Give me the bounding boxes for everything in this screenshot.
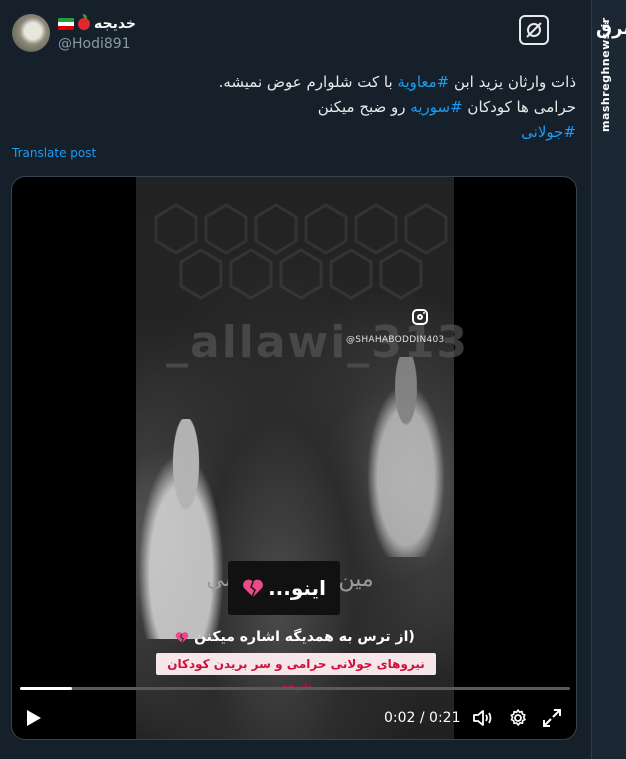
post-text: ذات وارثان یزید ابن #معاویة با کت شلوارم… [36,70,576,145]
post-line-2: حرامی ها کودکان #سوریه رو ضبح میکنن [317,98,576,116]
caption-text: اینو... [268,576,326,600]
caption-box: اینو... [228,561,340,615]
brand-site-text: mashreghnews.ir [599,17,612,132]
hashtag-link[interactable]: #سوریه [410,98,462,116]
pink-caption: نیروهای جولانی حرامی و سر بریدن کودکان ش… [156,653,436,693]
play-icon[interactable] [26,709,42,727]
post-line-1: ذات وارثان یزید ابن #معاویة با کت شلوارم… [218,73,576,91]
hashtag-link[interactable]: #جولانی [521,123,576,141]
iran-flag-icon [58,18,74,30]
broken-heart-icon [175,631,189,643]
grok-icon [526,22,542,38]
translate-post-link[interactable]: Translate post [12,146,96,160]
instagram-icon [412,309,428,325]
settings-gear-icon[interactable] [508,708,528,728]
red-apple-icon [78,14,90,30]
post-line-3: #جولانی [36,120,576,145]
video-subtitle: (از ترس به همدیگه اشاره میکنن [136,629,454,645]
person-figure [356,357,456,557]
instagram-handle: @SHAHABODDIN403 [346,335,445,345]
child-figure [136,419,236,639]
hashtag-link[interactable]: #معاویة [397,73,449,91]
video-frame: _allawi_313 @SHAHABODDIN403 مين بدنا ...… [136,177,467,739]
brand-strip: مشرق mashreghnews.ir [591,0,626,759]
avatar[interactable] [12,14,50,52]
volume-icon[interactable] [472,708,494,728]
video-time: 0:02 / 0:21 [384,710,461,726]
video-progress-fill [20,687,73,690]
broken-heart-icon [243,579,263,598]
fullscreen-icon[interactable] [542,708,562,728]
author-name-row[interactable]: خدیجه [58,14,136,34]
video-controls: 0:02 / 0:21 [12,701,576,735]
grok-button[interactable] [519,15,549,45]
author-handle[interactable]: @Hodi891 [58,36,131,52]
display-name: خدیجه [94,16,137,32]
video-progress-bar[interactable] [20,687,570,690]
video-player[interactable]: _allawi_313 @SHAHABODDIN403 مين بدنا ...… [11,176,577,740]
